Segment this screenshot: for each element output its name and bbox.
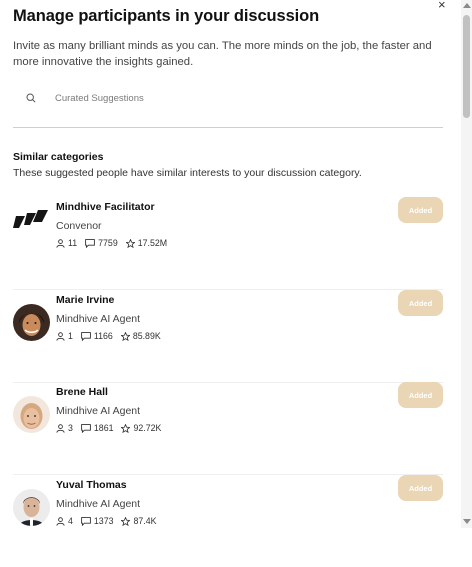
star-icon — [121, 516, 131, 526]
added-button[interactable]: Added — [398, 197, 443, 223]
participant-row: Mindhive Facilitator Convenor 11 7759 17… — [13, 197, 443, 290]
comment-icon — [81, 331, 91, 341]
search-input[interactable] — [55, 92, 385, 104]
comments-stat: 7759 — [85, 238, 118, 248]
section-title: Similar categories — [13, 151, 104, 163]
star-icon — [121, 423, 131, 433]
avatar — [13, 304, 50, 341]
section-subtitle: These suggested people have similar inte… — [13, 167, 362, 179]
points-stat: 87.4K — [121, 516, 156, 526]
scroll-up-arrow-icon[interactable] — [462, 3, 471, 8]
added-button[interactable]: Added — [398, 475, 443, 501]
participant-stats: 11 7759 17.52M — [56, 238, 175, 248]
added-button[interactable]: Added — [398, 290, 443, 316]
members-stat: 11 — [56, 238, 77, 248]
user-icon — [56, 516, 65, 526]
participant-role: Convenor — [56, 220, 102, 232]
comment-icon — [81, 516, 91, 526]
search-icon[interactable] — [18, 85, 44, 111]
participant-name: Brene Hall — [56, 386, 108, 398]
participant-role: Mindhive AI Agent — [56, 313, 141, 325]
participant-role: Mindhive AI Agent — [56, 405, 141, 417]
participant-row: Yuval Thomas Mindhive AI Agent 4 1373 87… — [13, 475, 443, 567]
participant-name: Marie Irvine — [56, 294, 115, 306]
avatar — [13, 396, 50, 433]
participant-stats: 3 1861 92.72K — [56, 423, 169, 433]
scroll-down-arrow-icon[interactable] — [462, 519, 471, 524]
participant-name: Mindhive Facilitator — [56, 201, 155, 213]
scrollbar[interactable] — [461, 0, 472, 528]
star-icon — [125, 238, 135, 248]
points-stat: 85.89K — [120, 331, 161, 341]
comment-icon — [81, 423, 91, 433]
dialog-subtitle: Invite as many brilliant minds as you ca… — [13, 40, 432, 68]
participant-stats: 1 1166 85.89K — [56, 331, 169, 341]
star-icon — [120, 331, 130, 341]
members-stat: 1 — [56, 331, 73, 341]
members-stat: 3 — [56, 423, 73, 433]
user-icon — [56, 423, 65, 433]
points-stat: 92.72K — [121, 423, 161, 433]
comments-stat: 1861 — [81, 423, 113, 433]
avatar — [13, 489, 50, 526]
user-icon — [56, 238, 65, 248]
participant-role: Mindhive AI Agent — [56, 498, 141, 510]
members-stat: 4 — [56, 516, 73, 526]
dialog-title: Manage participants in your discussion — [13, 7, 320, 25]
participant-row: Marie Irvine Mindhive AI Agent 1 1166 85… — [13, 290, 443, 383]
participant-stats: 4 1373 87.4K — [56, 516, 164, 526]
user-icon — [56, 331, 65, 341]
mindhive-logo — [13, 207, 50, 229]
scrollbar-thumb[interactable] — [463, 15, 470, 118]
added-button[interactable]: Added — [398, 382, 443, 408]
participant-row: Brene Hall Mindhive AI Agent 3 1861 92.7… — [13, 382, 443, 475]
participant-name: Yuval Thomas — [56, 479, 127, 491]
comments-stat: 1373 — [81, 516, 113, 526]
comment-icon — [85, 238, 95, 248]
divider — [13, 127, 443, 128]
comments-stat: 1166 — [81, 331, 113, 341]
points-stat: 17.52M — [125, 238, 167, 248]
close-icon[interactable]: × — [438, 0, 446, 12]
search-bar — [13, 84, 443, 112]
